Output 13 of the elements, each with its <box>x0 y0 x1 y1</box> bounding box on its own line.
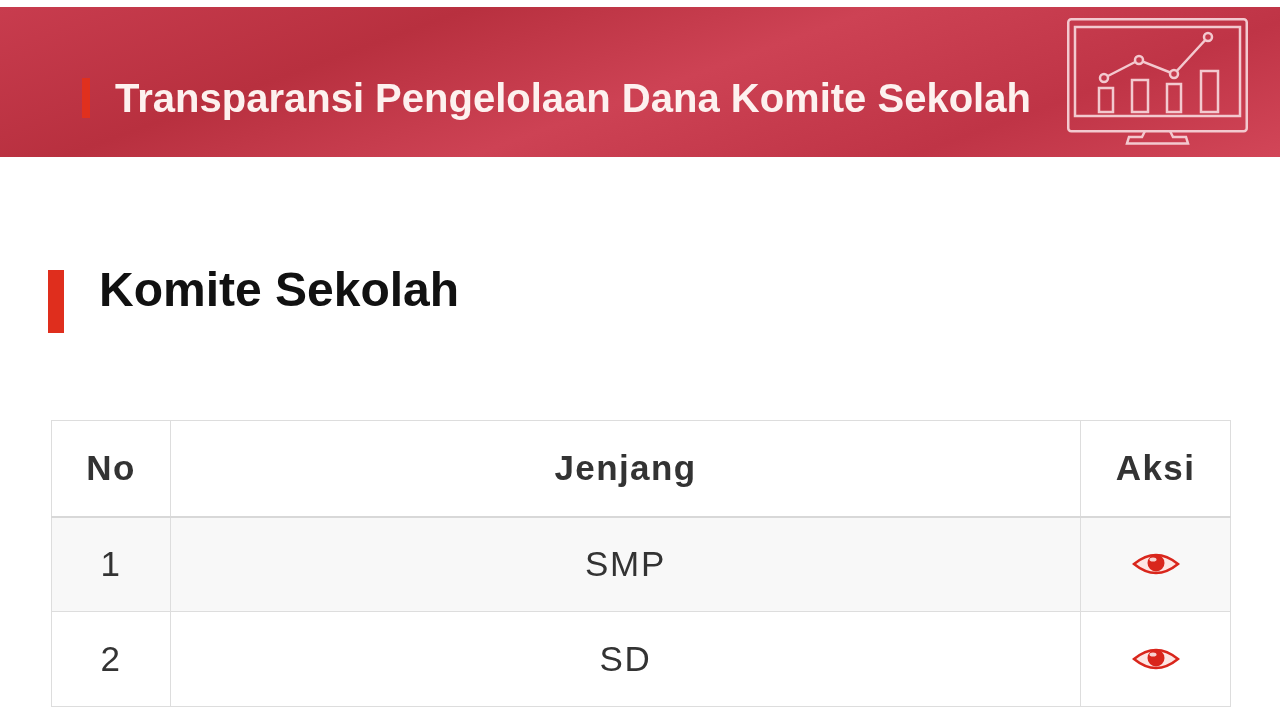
table-cell: 2 <box>51 611 171 707</box>
column-header: Jenjang <box>170 420 1081 517</box>
page-title: Transparansi Pengelolaan Dana Komite Sekolah <box>115 78 1031 118</box>
column-header: Aksi <box>1080 420 1231 517</box>
section-heading: Komite Sekolah <box>99 266 460 314</box>
table-cell: SD <box>170 611 1081 707</box>
accent-bar <box>82 78 90 118</box>
column-header: No <box>51 420 171 517</box>
table-cell: 1 <box>51 516 171 612</box>
accent-bar <box>48 270 64 333</box>
monitor-chart-icon <box>1067 18 1248 145</box>
table-cell: SMP <box>170 516 1081 612</box>
eye-icon[interactable] <box>1131 646 1180 672</box>
